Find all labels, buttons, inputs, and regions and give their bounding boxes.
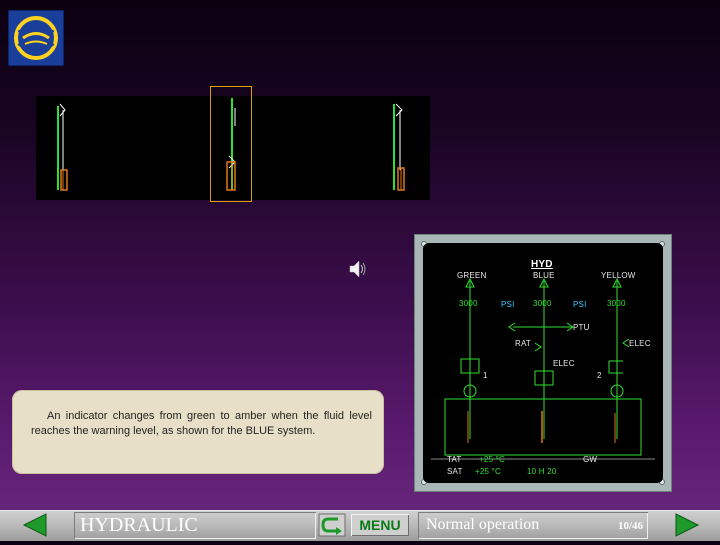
psi-unit-label: PSI [573, 300, 587, 309]
time-value: 10 H 20 [527, 467, 557, 476]
sat-label: SAT [447, 467, 463, 476]
yellow-system-label: YELLOW [601, 271, 636, 280]
yellow-pressure-value: 3000 [607, 299, 626, 308]
sat-value: +25 °C [475, 467, 501, 476]
tat-label: TAT [447, 455, 462, 464]
status-text: Normal operation [426, 516, 540, 533]
selected-gauge-highlight [210, 86, 252, 202]
page-number: 10/46 [618, 520, 644, 532]
green-pressure-value: 3000 [459, 299, 478, 308]
yellow-elec-label: ELEC [629, 339, 651, 348]
blue-system-label: BLUE [533, 271, 555, 280]
rat-label: RAT [515, 339, 532, 348]
ecam-title: HYD [531, 259, 553, 270]
caption-text: An indicator changes from green to amber… [31, 410, 372, 437]
speaker-icon[interactable] [346, 258, 368, 280]
psi-unit-label: PSI [501, 300, 515, 309]
return-button[interactable] [318, 513, 346, 537]
blue-elec-label: ELEC [553, 359, 575, 368]
section-title: HYDRAULIC [74, 512, 316, 539]
triangle-left-icon [22, 513, 47, 537]
logo-swirl-icon [14, 16, 58, 60]
green-system-label: GREEN [457, 271, 487, 280]
previous-page-button[interactable] [0, 510, 72, 540]
gw-label: GW [583, 455, 598, 464]
menu-button[interactable]: MENU [351, 514, 409, 536]
engine-pump-1-label: 1 [483, 371, 488, 380]
section-title-text: HYDRAULIC [80, 514, 198, 536]
caption-box: An indicator changes from green to amber… [12, 390, 384, 474]
engine-pump-2-label: 2 [597, 371, 602, 380]
ecam-hyd-display: HYD GREEN BLUE YELLOW 3000 3000 3000 PSI… [414, 234, 672, 492]
return-arrow-icon [318, 513, 346, 537]
tat-value: +25 °C [479, 455, 505, 464]
triangle-right-icon [675, 513, 700, 537]
status-box: Normal operation 10/46 [418, 512, 648, 539]
ecam-screen: HYD GREEN BLUE YELLOW 3000 3000 3000 PSI… [423, 243, 663, 483]
ptu-label: PTU [573, 323, 590, 332]
yellow-reservoir-gauge [393, 103, 405, 191]
green-reservoir-gauge [57, 103, 68, 191]
company-logo [8, 10, 64, 66]
blue-pressure-value: 3000 [533, 299, 552, 308]
next-page-button[interactable] [654, 510, 720, 540]
